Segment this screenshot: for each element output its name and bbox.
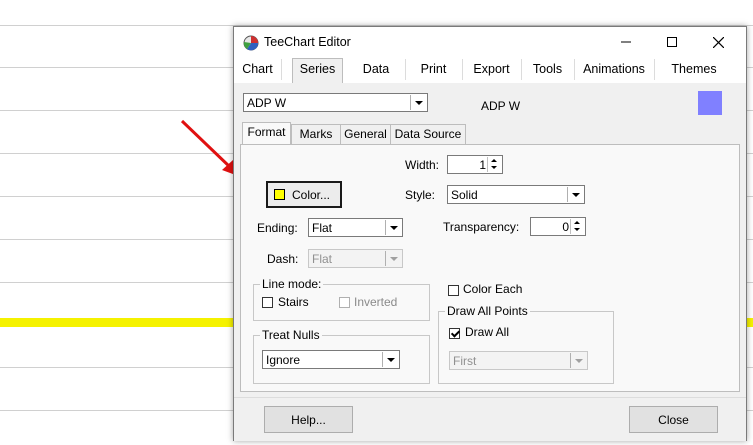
draw-all-label: Draw All — [465, 325, 510, 339]
line-mode-title: Line mode: — [260, 277, 324, 291]
tab-chart[interactable]: Chart — [234, 59, 282, 80]
subtab-data-source[interactable]: Data Source — [390, 124, 466, 144]
ending-label: Ending: — [257, 221, 298, 235]
color-swatch-icon — [274, 189, 285, 200]
inverted-checkbox[interactable] — [339, 297, 350, 308]
chevron-down-icon — [382, 352, 398, 367]
draw-all-checkbox[interactable] — [449, 328, 460, 339]
maximize-button[interactable] — [649, 27, 695, 57]
dash-value: Flat — [312, 252, 333, 266]
teechart-app-icon — [243, 35, 259, 51]
minimize-icon — [621, 41, 631, 43]
minimize-button[interactable] — [603, 27, 649, 57]
width-label: Width: — [405, 158, 440, 172]
color-button[interactable]: Color... — [266, 181, 342, 208]
transparency-value: 0 — [562, 220, 569, 234]
style-label: Style: — [405, 188, 436, 202]
close-icon — [712, 36, 724, 48]
dash-label: Dash: — [267, 252, 299, 266]
line-mode-group: Line mode: Stairs Inverted — [253, 277, 430, 321]
draw-all-points-title: Draw All Points — [445, 304, 530, 318]
subtab-format[interactable]: Format — [242, 122, 291, 145]
color-each-label: Color Each — [463, 282, 523, 296]
dash-select[interactable]: Flat — [308, 249, 403, 268]
chevron-down-icon — [567, 187, 583, 202]
transparency-label: Transparency: — [443, 220, 520, 234]
maximize-icon — [667, 37, 677, 47]
draw-all-mode-value: First — [453, 354, 477, 368]
subtab-general[interactable]: General — [340, 124, 391, 144]
treat-nulls-select[interactable]: Ignore — [262, 350, 400, 369]
spin-arrows-icon[interactable] — [487, 157, 501, 172]
series-color-swatch — [698, 91, 722, 115]
tab-tools[interactable]: Tools — [521, 59, 575, 80]
spin-arrows-icon[interactable] — [570, 219, 584, 234]
series-select-value: ADP W — [247, 96, 287, 110]
tab-series[interactable]: Series — [292, 58, 343, 83]
inverted-label: Inverted — [354, 295, 398, 309]
tab-print[interactable]: Print — [405, 59, 463, 80]
main-tab-strip: Chart Series Data Print Export Tools Ani… — [234, 57, 746, 83]
series-select[interactable]: ADP W — [243, 93, 428, 112]
chevron-down-icon — [385, 220, 401, 235]
treat-nulls-title: Treat Nulls — [260, 328, 322, 342]
tab-data[interactable]: Data — [347, 59, 406, 80]
color-each-checkbox[interactable] — [448, 285, 459, 296]
width-spinner[interactable]: 1 — [447, 155, 503, 174]
subtab-marks[interactable]: Marks — [291, 124, 341, 144]
teechart-editor-window: TeeChart Editor Chart Series Data Print … — [233, 26, 747, 441]
chevron-down-icon — [385, 251, 401, 266]
format-panel: Width: 1 Color... Style: Solid Ending: F… — [240, 144, 740, 392]
tab-themes[interactable]: Themes — [654, 59, 734, 80]
style-select[interactable]: Solid — [447, 185, 585, 204]
stairs-label: Stairs — [278, 295, 309, 309]
ending-value: Flat — [312, 221, 333, 235]
style-value: Solid — [451, 188, 478, 202]
ending-select[interactable]: Flat — [308, 218, 403, 237]
stairs-checkbox[interactable] — [262, 297, 273, 308]
tab-animations[interactable]: Animations — [574, 59, 655, 80]
treat-nulls-group: Treat Nulls Ignore — [253, 328, 430, 384]
title-bar: TeeChart Editor — [234, 27, 746, 57]
close-window-button[interactable] — [695, 27, 741, 57]
chevron-down-icon — [410, 95, 426, 110]
draw-all-mode-select[interactable]: First — [449, 351, 588, 370]
width-value: 1 — [479, 158, 486, 172]
help-button[interactable]: Help... — [264, 406, 353, 433]
chevron-down-icon — [570, 353, 586, 368]
tab-export[interactable]: Export — [462, 59, 522, 80]
close-button[interactable]: Close — [629, 406, 718, 433]
series-title-label: ADP W — [481, 99, 521, 113]
dialog-button-bar: Help... Close — [234, 397, 746, 441]
draw-all-points-group: Draw All Points Draw All First — [438, 304, 614, 384]
window-title: TeeChart Editor — [264, 35, 351, 49]
transparency-spinner[interactable]: 0 — [530, 217, 586, 236]
color-button-label: Color... — [291, 187, 330, 202]
treat-nulls-value: Ignore — [266, 353, 301, 367]
